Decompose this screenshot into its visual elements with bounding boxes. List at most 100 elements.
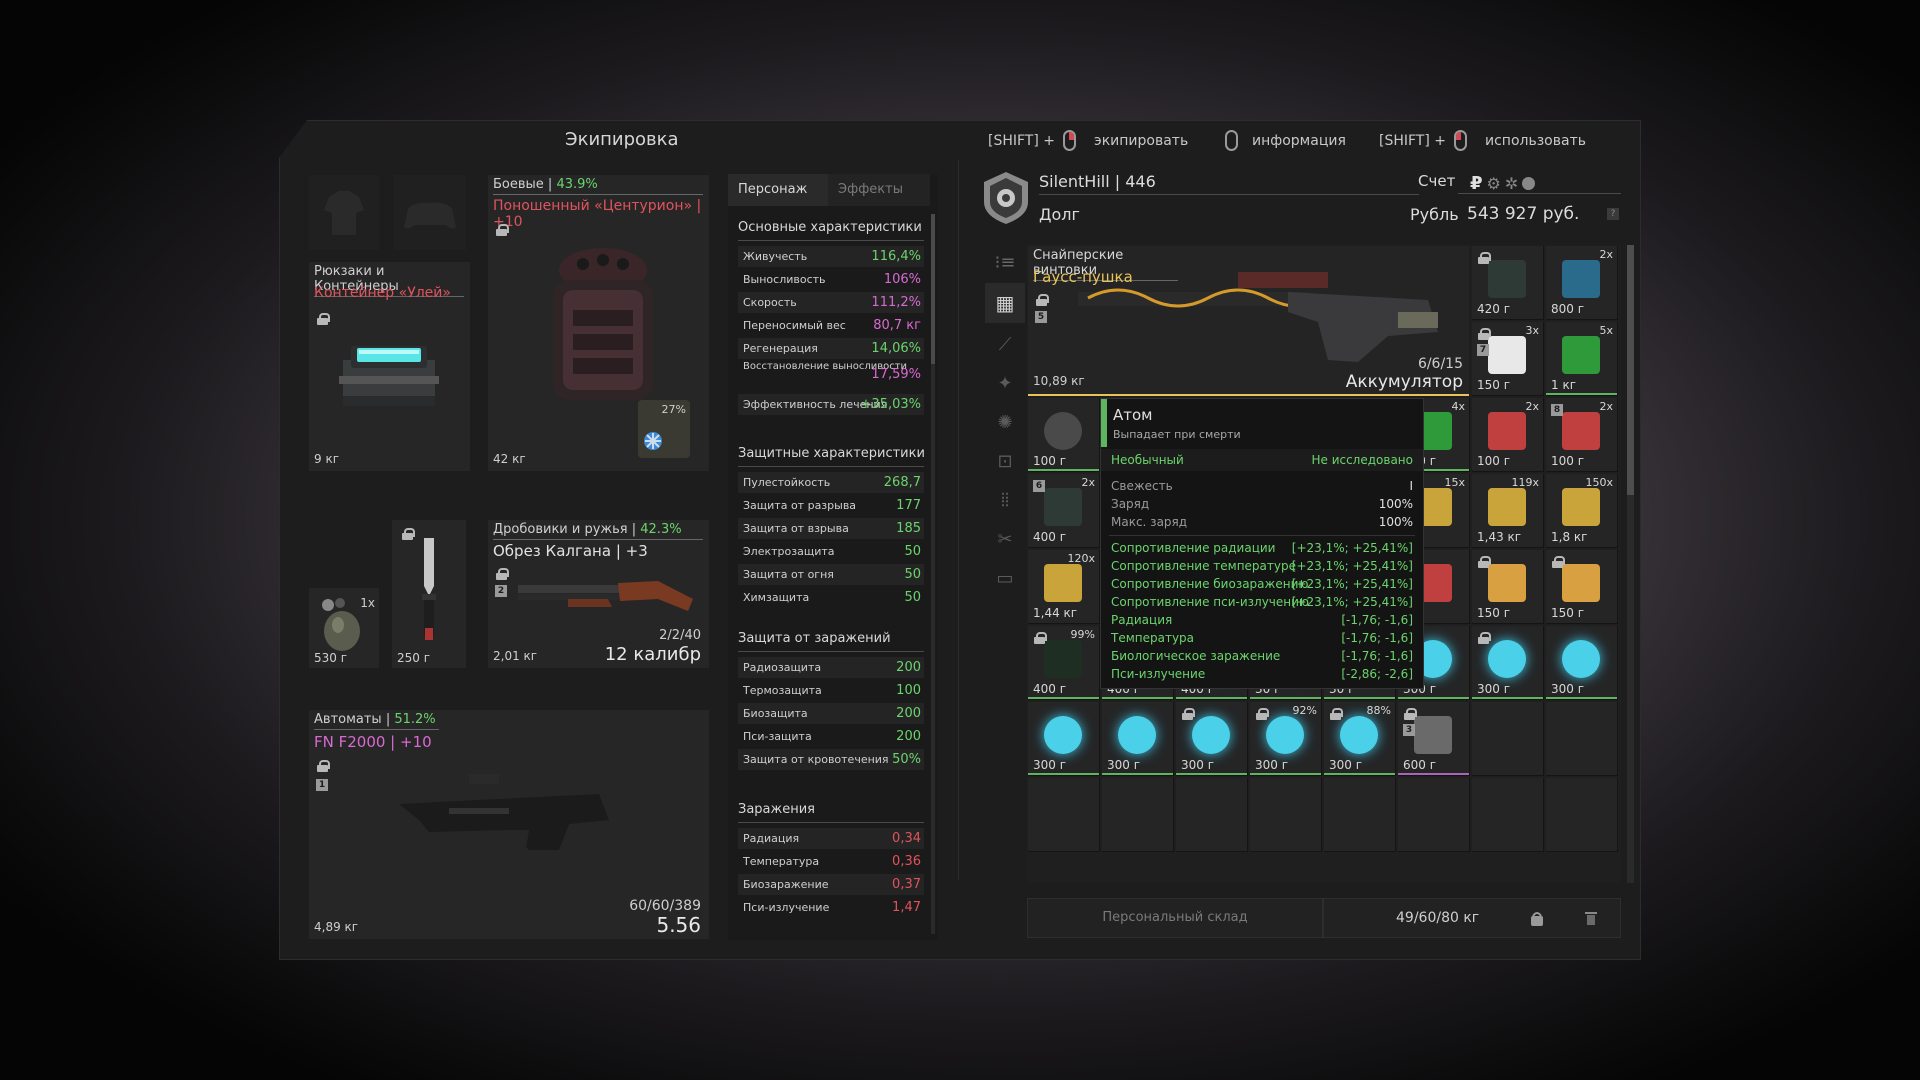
tab-effects[interactable]: Эффекты — [828, 174, 930, 206]
inventory-item[interactable]: 300 г — [1028, 702, 1100, 776]
tools-filter-icon[interactable]: ✂ — [985, 521, 1025, 557]
inventory-item[interactable]: 6 2x 400 г — [1028, 474, 1100, 548]
shotgun-badge: 2 — [495, 585, 507, 597]
stat-label: Пси-защита — [743, 730, 812, 743]
tooltip-row-value: [+23,1%; +25,41%] — [1291, 595, 1413, 609]
tooltip-row: Температура [-1,76; -1,6] — [1111, 631, 1413, 645]
lock-icon — [317, 760, 330, 772]
backpack-weight: 9 кг — [314, 452, 340, 466]
inventory-item[interactable] — [1250, 778, 1322, 852]
misc-filter-icon[interactable]: ▭ — [985, 560, 1025, 596]
lock-icon — [1036, 294, 1049, 306]
inventory-item[interactable] — [1546, 778, 1618, 852]
lock-icon — [1330, 708, 1343, 720]
inventory-item[interactable]: 150 г — [1472, 550, 1544, 624]
tab-character[interactable]: Персонаж — [728, 174, 828, 206]
scroll-thumb[interactable] — [931, 214, 935, 364]
inventory-item[interactable]: 2x 800 г — [1546, 246, 1618, 320]
lock-icon — [496, 568, 509, 580]
inventory-item[interactable]: 119x 1,43 кг — [1472, 474, 1544, 548]
stats-scrollbar[interactable] — [931, 214, 935, 934]
inventory-item[interactable]: 7 3x 150 г — [1472, 322, 1544, 396]
inventory-item[interactable]: 5x 1 кг — [1546, 322, 1618, 396]
art-icon — [1266, 716, 1304, 754]
inventory-item-gauss[interactable]: Снайперские винтовки Гаусс-пушка 5 6/6/1… — [1028, 246, 1469, 396]
backpack-slot[interactable]: Рюкзаки и Контейнеры Контейнер «Улей» 9 … — [309, 262, 470, 471]
item-quantity: 2x — [1525, 400, 1539, 413]
inventory-item[interactable]: 150 г — [1546, 550, 1618, 624]
sort-icon[interactable]: ⁝≡ — [985, 243, 1025, 281]
inventory-item[interactable] — [1028, 778, 1100, 852]
shotgun-weight: 2,01 кг — [493, 649, 538, 663]
inventory-item[interactable] — [1176, 778, 1248, 852]
item-weight: 150 г — [1477, 378, 1511, 392]
knife-slot[interactable]: 250 г — [392, 520, 466, 668]
rifle-slot[interactable]: Автоматы | 51.2% FN F2000 | +10 1 60/60/… — [309, 710, 709, 939]
inventory-item[interactable] — [1398, 778, 1470, 852]
armor-durability: 27% — [661, 403, 686, 416]
device-slot[interactable] — [394, 175, 466, 250]
tooltip-row: Сопротивление пси-излучению [+23,1%; +25,… — [1111, 595, 1413, 609]
item-weight: 300 г — [1551, 682, 1585, 696]
scroll-thumb[interactable] — [1627, 245, 1634, 495]
stat-value: 17,59% — [871, 367, 921, 382]
grenade-weight: 530 г — [314, 651, 348, 665]
grid-icon[interactable]: ▦ — [985, 283, 1025, 323]
inventory-item[interactable] — [1546, 702, 1618, 776]
inventory-item[interactable]: 300 г — [1472, 626, 1544, 700]
inventory-item[interactable]: 150x 1,8 кг — [1546, 474, 1618, 548]
inventory-item[interactable]: 8 2x 100 г — [1546, 398, 1618, 472]
inventory-item[interactable]: 3 600 г — [1398, 702, 1470, 776]
gear-icon[interactable]: ⚙ — [1487, 174, 1501, 193]
inventory-item[interactable]: 420 г — [1472, 246, 1544, 320]
armor-filter-icon[interactable]: ✦ — [985, 365, 1025, 401]
help-icon[interactable]: ? — [1607, 208, 1619, 220]
inventory-item[interactable] — [1102, 778, 1174, 852]
armor-name: Поношенный «Центурион» | +10 — [493, 198, 702, 230]
stat-value: 200 — [896, 660, 921, 675]
ammo-filter-icon[interactable]: ⦙⦙ — [985, 482, 1025, 518]
ammo-icon — [1044, 564, 1082, 602]
medkit-filter-icon[interactable]: ⊡ — [985, 443, 1025, 479]
cog-icon[interactable]: ✲ — [1505, 174, 1518, 193]
grenade-slot[interactable]: 1x 530 г — [309, 588, 379, 668]
inventory-item[interactable] — [1324, 778, 1396, 852]
inventory-item[interactable]: 300 г — [1176, 702, 1248, 776]
tooltip-rarity-bar: Необычный Не исследовано — [1101, 449, 1423, 471]
inventory-item[interactable]: 2x 100 г — [1472, 398, 1544, 472]
faction-emblem-icon — [984, 172, 1028, 224]
inventory-item[interactable]: 120x 1,44 кг — [1028, 550, 1100, 624]
rifle-category-line: Автоматы | 51.2% — [314, 712, 439, 730]
stat-label: Защита от разрыва — [743, 499, 857, 512]
inventory-item[interactable]: 300 г — [1546, 626, 1618, 700]
art-icon — [1192, 716, 1230, 754]
trash-icon[interactable] — [1584, 910, 1598, 926]
divider — [738, 466, 924, 467]
inventory-item[interactable]: 99% 400 г — [1028, 626, 1100, 700]
art-icon — [1340, 716, 1378, 754]
inventory-item[interactable] — [1472, 702, 1544, 776]
stat-row: Пси-защита 200 — [738, 726, 924, 747]
shotgun-slot[interactable]: Дробовики и ружья | 42.3% Обрез Калгана … — [488, 520, 709, 668]
stat-row: Биозаражение 0,37 — [738, 874, 924, 895]
inventory-scrollbar[interactable] — [1627, 245, 1634, 883]
coin-icon[interactable] — [1522, 177, 1536, 190]
hint-equip: [SHIFT] + экипировать — [988, 130, 1188, 151]
armor-percent: 43.9% — [556, 177, 598, 192]
inventory-item[interactable] — [1472, 778, 1544, 852]
shirt-slot[interactable] — [309, 175, 379, 250]
armor-slot[interactable]: Боевые | 43.9% Поношенный «Центурион» | … — [488, 175, 709, 471]
inventory-item[interactable]: 100 г — [1028, 398, 1100, 472]
ruble-icon[interactable]: ₽ — [1470, 173, 1483, 194]
pill-icon — [1488, 336, 1526, 374]
inventory-item[interactable]: 92% 300 г — [1250, 702, 1322, 776]
gauss-ammo-type: Аккумулятор — [1345, 372, 1463, 392]
inventory-item[interactable]: 88% 300 г — [1324, 702, 1396, 776]
weight-icon[interactable] — [1529, 910, 1545, 928]
rifle-filter-icon[interactable]: ⟋ — [985, 326, 1025, 362]
storage-button[interactable]: Персональный склад — [1027, 898, 1323, 938]
inventory-item[interactable]: 300 г — [1102, 702, 1174, 776]
artifact-filter-icon[interactable]: ✺ — [985, 404, 1025, 440]
stat-row: Пси-излучение 1,47 — [738, 897, 924, 918]
stat-value: 200 — [896, 706, 921, 721]
